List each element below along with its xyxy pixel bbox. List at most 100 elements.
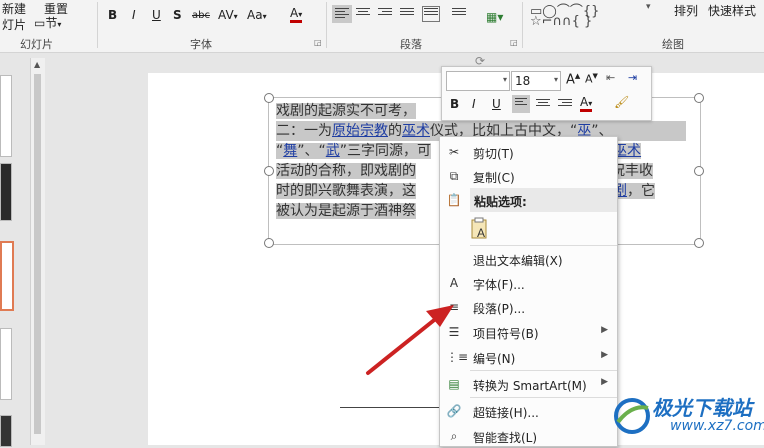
slide-thumbnail[interactable] [0, 163, 12, 221]
resize-handle[interactable] [264, 93, 274, 103]
hyperlink[interactable]: 武 [326, 143, 340, 159]
link-icon: 🔗 [446, 404, 462, 418]
hyperlink[interactable]: 巫术 [402, 123, 430, 139]
menu-item-paragraph[interactable]: ≡ 段落(P)... [440, 295, 617, 319]
clipboard-icon: 📋 [446, 193, 462, 207]
svg-text:A: A [477, 226, 485, 239]
increase-indent-icon[interactable]: ⇥ [628, 71, 637, 84]
copy-icon: ⧉ [449, 169, 459, 183]
menu-label: 复制(C) [473, 171, 515, 185]
change-case-button[interactable]: Aa▾ [247, 8, 267, 22]
justify-icon[interactable] [400, 8, 414, 20]
resize-handle[interactable] [694, 93, 704, 103]
italic-button[interactable]: I [132, 8, 136, 22]
chevron-down-icon[interactable]: ▾ [554, 75, 558, 84]
search-icon: ⌕ [450, 429, 458, 443]
arrange-button[interactable]: 排列 [674, 2, 698, 19]
menu-item-numbering[interactable]: ⋮≡ 编号(N) ▶ [440, 345, 617, 369]
menu-label: 项目符号(B) [473, 327, 539, 341]
font-color-button[interactable]: A▾ [290, 6, 303, 23]
scroll-up-icon[interactable]: ▲ [34, 60, 40, 69]
divider [470, 397, 617, 398]
chevron-right-icon: ▶ [601, 377, 608, 387]
shapes-gallery-row-icon[interactable]: ☆⌐∩∩{ } [530, 14, 592, 29]
section-icon: ▭ [34, 16, 46, 30]
font-name-field[interactable]: ▾ [446, 71, 510, 91]
chevron-right-icon: ▶ [601, 350, 608, 360]
mini-toolbar: ▾ 18 ▾ A▲ A▼ ⇤ ⇥ B I U A▾ 🖌 [441, 66, 652, 121]
paste-keep-text-only-icon[interactable]: A [471, 217, 489, 240]
menu-item-cut[interactable]: ✂ 剪切(T) [440, 140, 617, 164]
watermark-url: www.xz7.com [670, 418, 764, 434]
slide-thumbnails [0, 53, 30, 447]
underline-button[interactable]: U [152, 8, 161, 22]
menu-label: 剪切(T) [473, 147, 514, 161]
menu-item-font[interactable]: A 字体(F)... [440, 271, 617, 295]
scroll-thumb[interactable] [34, 74, 41, 434]
context-menu: ✂ 剪切(T) ⧉ 复制(C) 粘贴选项: 📋 A 退出文本编辑(X) A 字体(F)… [439, 136, 618, 447]
hyperlink[interactable]: 舞 [283, 143, 297, 159]
resize-handle[interactable] [264, 238, 274, 248]
paragraph-dialog-launcher-icon[interactable]: ◲ [510, 38, 518, 47]
font-color-button[interactable]: A▾ [580, 95, 593, 112]
align-center-icon[interactable] [356, 8, 370, 20]
font-dialog-launcher-icon[interactable]: ◲ [314, 38, 322, 47]
shadow-button[interactable]: S [173, 8, 182, 22]
bold-button[interactable]: B [108, 8, 117, 22]
hyperlink[interactable]: 原始宗教 [332, 123, 388, 139]
text-line: 的 [388, 123, 402, 139]
shrink-font-icon[interactable]: A▼ [585, 72, 598, 86]
slide-thumbnail-selected[interactable] [0, 241, 14, 311]
ribbon: 新建 灯片 重置 ▭节▾ 幻灯片 B I U S abc AV▾ Aa▾ A▾ … [0, 0, 764, 53]
menu-item-exit-edit[interactable]: 退出文本编辑(X) [440, 247, 617, 271]
chevron-down-icon[interactable]: ▾ [503, 75, 507, 84]
divider [97, 2, 98, 48]
format-painter-icon[interactable]: 🖌 [614, 95, 629, 109]
resize-handle[interactable] [694, 238, 704, 248]
new-slide-label-2[interactable]: 灯片 [2, 16, 26, 33]
divider [326, 2, 327, 48]
menu-label: 编号(N) [473, 352, 516, 366]
underline-button[interactable]: U [492, 97, 501, 111]
group-label-slides: 幻灯片 [20, 38, 53, 51]
strikethrough-button[interactable]: abc [192, 10, 210, 21]
section-button[interactable]: ▭节▾ [34, 14, 61, 31]
slide-thumbnail[interactable] [0, 75, 12, 157]
font-size-field[interactable]: 18 ▾ [511, 71, 561, 91]
decrease-indent-icon[interactable]: ⇤ [606, 71, 615, 84]
font-size-value: 18 [515, 74, 531, 88]
menu-item-bullets[interactable]: ☰ 项目符号(B) ▶ [440, 320, 617, 344]
distribute-icon[interactable] [422, 6, 440, 22]
smartart-convert-icon[interactable]: ▦▾ [486, 10, 503, 24]
menu-label: 超链接(H)... [473, 406, 539, 420]
menu-item-copy[interactable]: ⧉ 复制(C) [440, 164, 617, 188]
align-left-icon[interactable] [512, 95, 530, 113]
slide-thumbnail[interactable] [0, 415, 12, 447]
grow-font-icon[interactable]: A▲ [566, 72, 580, 87]
menu-label: 字体(F)... [473, 278, 525, 292]
italic-button[interactable]: I [472, 97, 476, 111]
scissors-icon: ✂ [448, 145, 460, 159]
new-slide-label[interactable]: 新建 [2, 0, 26, 17]
menu-item-smartart[interactable]: ▤ 转换为 SmartArt(M) ▶ [440, 372, 617, 396]
align-left-icon[interactable] [332, 5, 352, 23]
slide-line-shape [340, 407, 440, 408]
char-spacing-button[interactable]: AV▾ [218, 8, 238, 22]
gallery-scroll-icon[interactable]: ▾ [646, 2, 651, 12]
bold-button[interactable]: B [450, 97, 459, 111]
quick-styles-button[interactable]: 快速样式 [708, 2, 756, 19]
text-line: ，它 [627, 183, 655, 199]
columns-icon[interactable] [452, 8, 466, 20]
thumbnail-scrollbar[interactable]: ▲ [30, 58, 45, 445]
menu-label: 退出文本编辑(X) [473, 254, 563, 268]
watermark-logo-icon [614, 398, 650, 434]
align-right-icon[interactable] [558, 99, 572, 111]
menu-item-hyperlink[interactable]: 🔗 超链接(H)... [440, 399, 617, 423]
resize-handle[interactable] [694, 166, 704, 176]
menu-label: 粘贴选项: [474, 195, 527, 209]
slide-thumbnail[interactable] [0, 328, 12, 400]
align-right-icon[interactable] [378, 8, 392, 20]
menu-item-smart-lookup[interactable]: ⌕ 智能查找(L) [440, 424, 617, 448]
align-center-icon[interactable] [536, 99, 550, 111]
resize-handle[interactable] [264, 166, 274, 176]
